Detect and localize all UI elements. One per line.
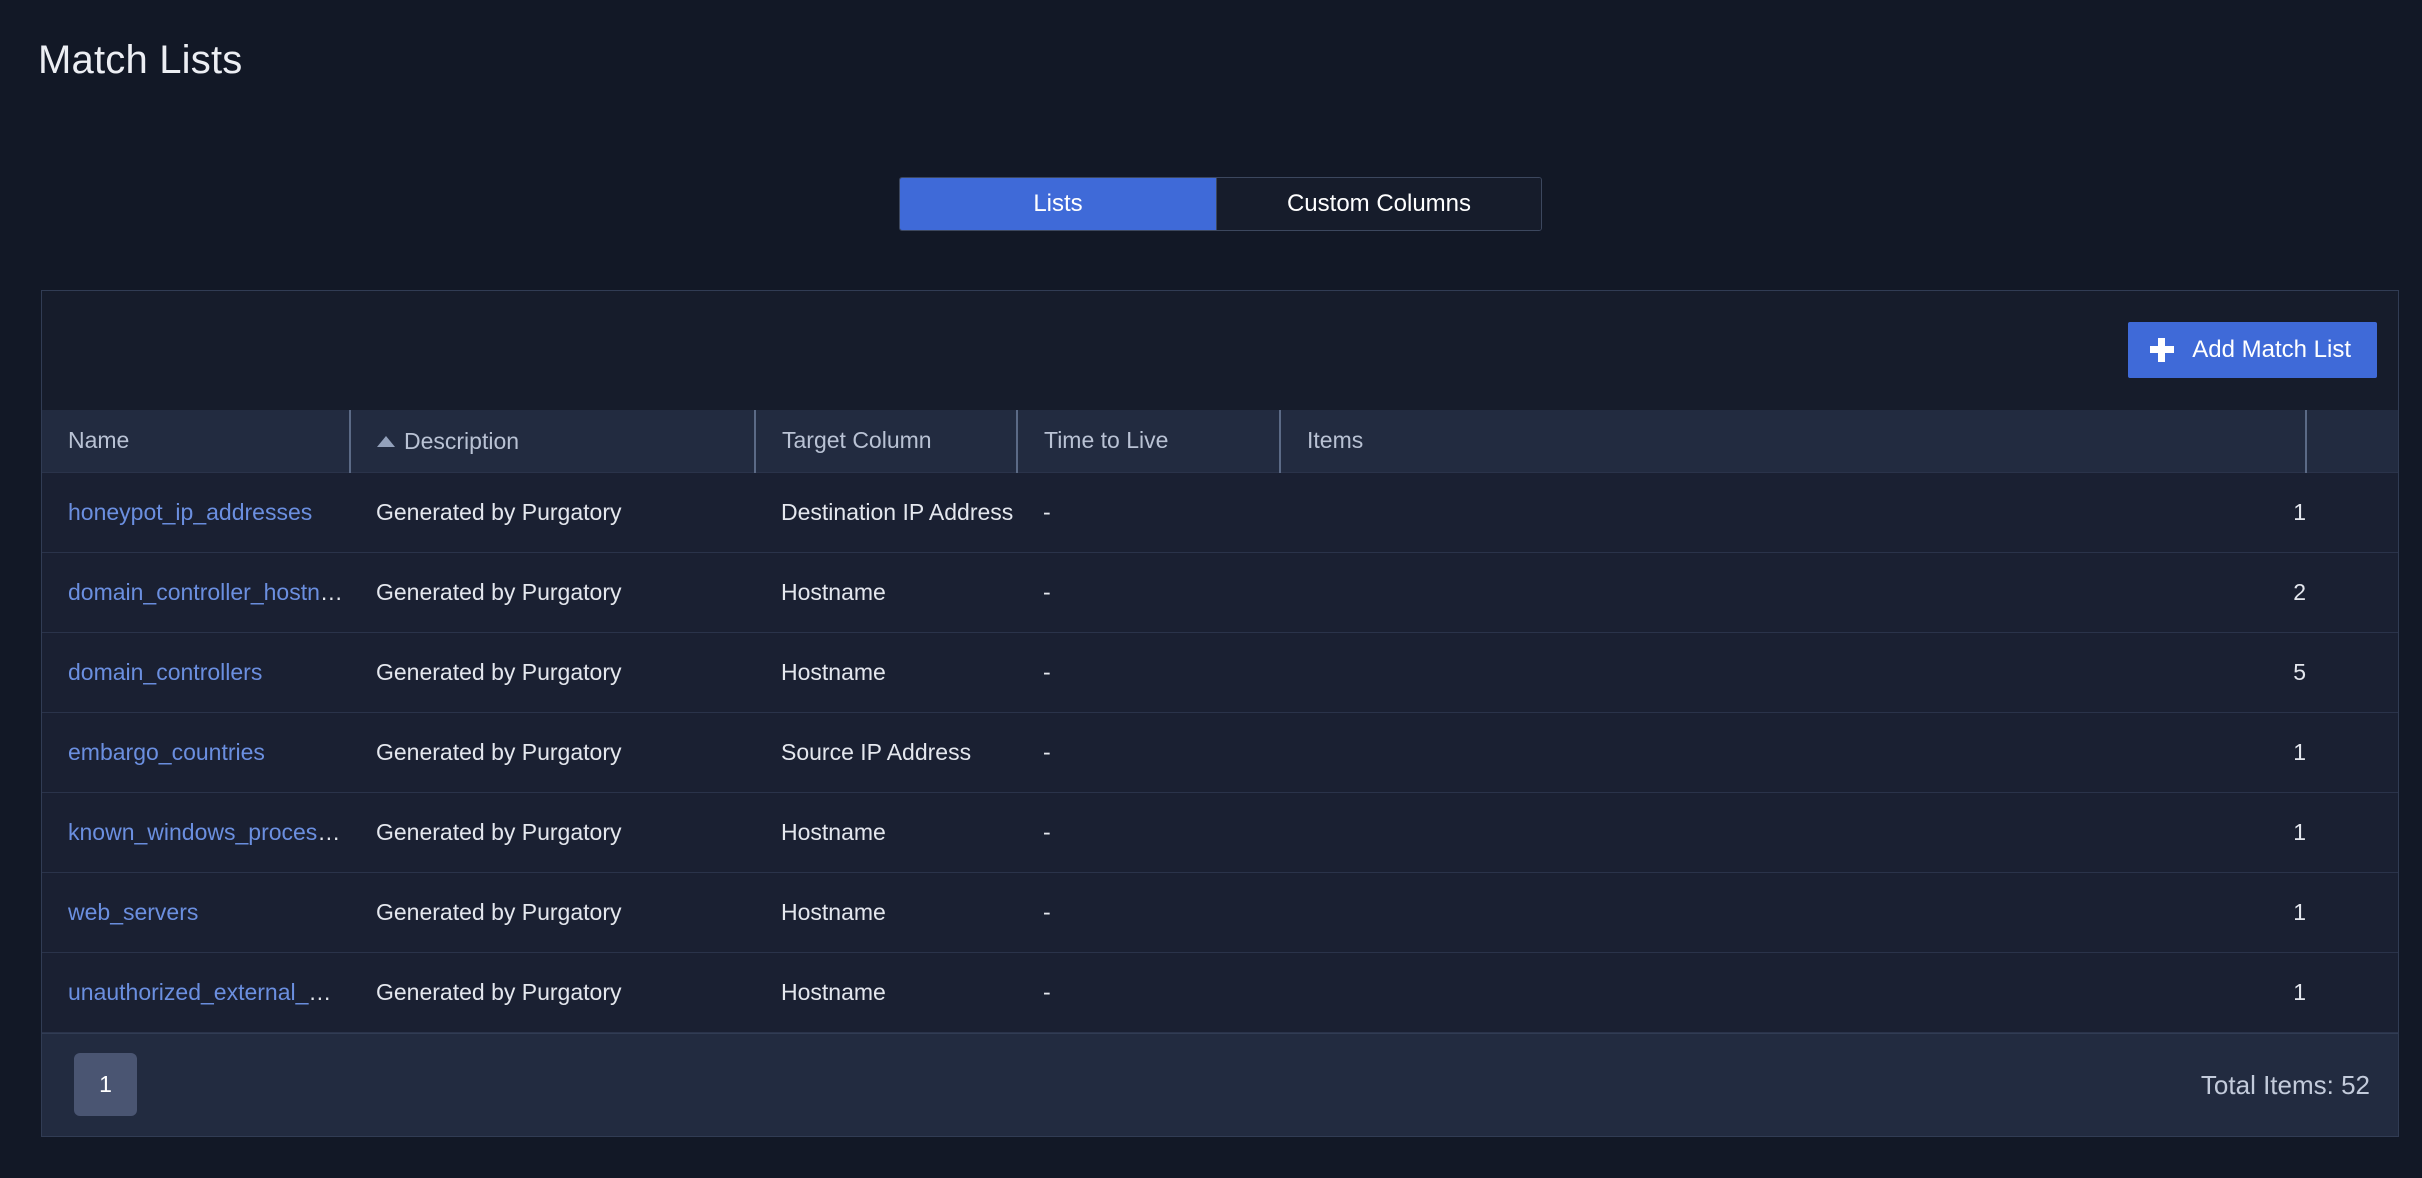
page-title: Match Lists [38, 38, 243, 82]
cell-target-column: Hostname [781, 658, 886, 685]
cell-target-column: Hostname [781, 898, 886, 925]
cell-ttl: - [1043, 898, 1051, 925]
cell-target-column: Destination IP Address [781, 498, 1014, 525]
cell-target-column: Source IP Address [781, 738, 972, 765]
pagination-page-1[interactable]: 1 [74, 1052, 137, 1116]
cell-name: embargo_countries [42, 712, 350, 792]
sort-ascending-icon [377, 436, 395, 448]
cell-description: Generated by Purgatory [376, 818, 622, 845]
column-header-time-to-live[interactable]: Time to Live [1016, 410, 1280, 472]
column-header-target-column-label: Target Column [782, 427, 932, 454]
tab-custom-columns[interactable]: Custom Columns [1216, 178, 1541, 230]
cell-actions [2306, 712, 2398, 792]
cell-items: 1 [2293, 978, 2306, 1005]
cell-name: web_servers [42, 872, 350, 952]
column-header-time-to-live-label: Time to Live [1044, 427, 1169, 454]
column-header-items-label: Items [1307, 427, 1364, 454]
match-list-link[interactable]: known_windows_processes [68, 819, 350, 845]
table-row: known_windows_processes Generated by Purg… [42, 792, 2398, 872]
table-header: Name Description Target Column Time to L… [42, 410, 2398, 472]
cell-name: honeypot_ip_addresses [42, 472, 350, 552]
column-header-description[interactable]: Description [349, 410, 755, 472]
cell-ttl: - [1043, 578, 1051, 605]
add-match-list-button[interactable]: Add Match List [2128, 322, 2377, 378]
cell-target-column: Hostname [781, 978, 886, 1005]
cell-items: 1 [2293, 818, 2306, 845]
cell-actions [2306, 472, 2398, 552]
table-row: honeypot_ip_addresses Generated by Purgat… [42, 472, 2398, 552]
match-list-link[interactable]: unauthorized_external_media [68, 979, 350, 1005]
table-body: honeypot_ip_addresses Generated by Purgat… [42, 472, 2398, 1032]
table-header-row: Name Description Target Column Time to L… [42, 410, 2398, 472]
match-lists-card: Add Match List Name Description Target C… [41, 290, 2399, 1137]
match-list-link[interactable]: honeypot_ip_addresses [68, 499, 312, 525]
cell-description: Generated by Purgatory [376, 978, 622, 1005]
cell-items: 2 [2293, 578, 2306, 605]
column-header-items[interactable]: Items [1279, 410, 2306, 472]
cell-ttl: - [1043, 738, 1051, 765]
card-toolbar: Add Match List [42, 291, 2398, 410]
cell-name: domain_controller_hostnames [42, 552, 350, 632]
cell-description: Generated by Purgatory [376, 498, 622, 525]
cell-items: 5 [2293, 658, 2306, 685]
column-header-description-label: Description [404, 428, 520, 455]
cell-description: Generated by Purgatory [376, 898, 622, 925]
cell-name: domain_controllers [42, 632, 350, 712]
cell-actions [2306, 952, 2398, 1032]
match-list-link[interactable]: embargo_countries [68, 739, 265, 765]
column-header-actions [2305, 410, 2398, 472]
cell-name: unauthorized_external_media [42, 952, 350, 1032]
cell-target-column: Hostname [781, 818, 886, 845]
cell-items: 1 [2293, 898, 2306, 925]
cell-ttl: - [1043, 658, 1051, 685]
view-tab-group: Lists Custom Columns [899, 177, 1542, 231]
cell-actions [2306, 552, 2398, 632]
table-row: domain_controller_hostnames Generated by … [42, 552, 2398, 632]
cell-items: 1 [2293, 738, 2306, 765]
cell-ttl: - [1043, 498, 1051, 525]
add-match-list-label: Add Match List [2192, 336, 2351, 363]
match-list-link[interactable]: web_servers [68, 899, 198, 925]
cell-ttl: - [1043, 978, 1051, 1005]
cell-target-column: Hostname [781, 578, 886, 605]
total-items-label: Total Items: 52 [2200, 1069, 2370, 1100]
match-list-link[interactable]: domain_controllers [68, 659, 262, 685]
tab-lists[interactable]: Lists [900, 178, 1216, 230]
cell-description: Generated by Purgatory [376, 578, 622, 605]
match-lists-table: Name Description Target Column Time to L… [42, 410, 2398, 1033]
match-lists-page: Match Lists Lists Custom Columns Add Mat… [0, 0, 2422, 1178]
table-row: web_servers Generated by Purgatory Hostnam… [42, 872, 2398, 952]
cell-ttl: - [1043, 818, 1051, 845]
match-list-link[interactable]: domain_controller_hostnames [68, 579, 350, 605]
column-header-name[interactable]: Name [42, 410, 350, 472]
cell-name: known_windows_processes [42, 792, 350, 872]
table-footer: 1 Total Items: 52 [42, 1032, 2398, 1136]
plus-icon [2150, 338, 2175, 362]
table-row: embargo_countries Generated by Purgatory S… [42, 712, 2398, 792]
cell-actions [2306, 872, 2398, 952]
table-row: domain_controllers Generated by Purgatory… [42, 632, 2398, 712]
cell-actions [2306, 632, 2398, 712]
column-header-name-label: Name [68, 427, 130, 454]
cell-description: Generated by Purgatory [376, 738, 622, 765]
table-row: unauthorized_external_media Generated by … [42, 952, 2398, 1032]
cell-items: 1 [2293, 498, 2306, 525]
cell-description: Generated by Purgatory [376, 658, 622, 685]
cell-actions [2306, 792, 2398, 872]
column-header-target-column[interactable]: Target Column [754, 410, 1017, 472]
